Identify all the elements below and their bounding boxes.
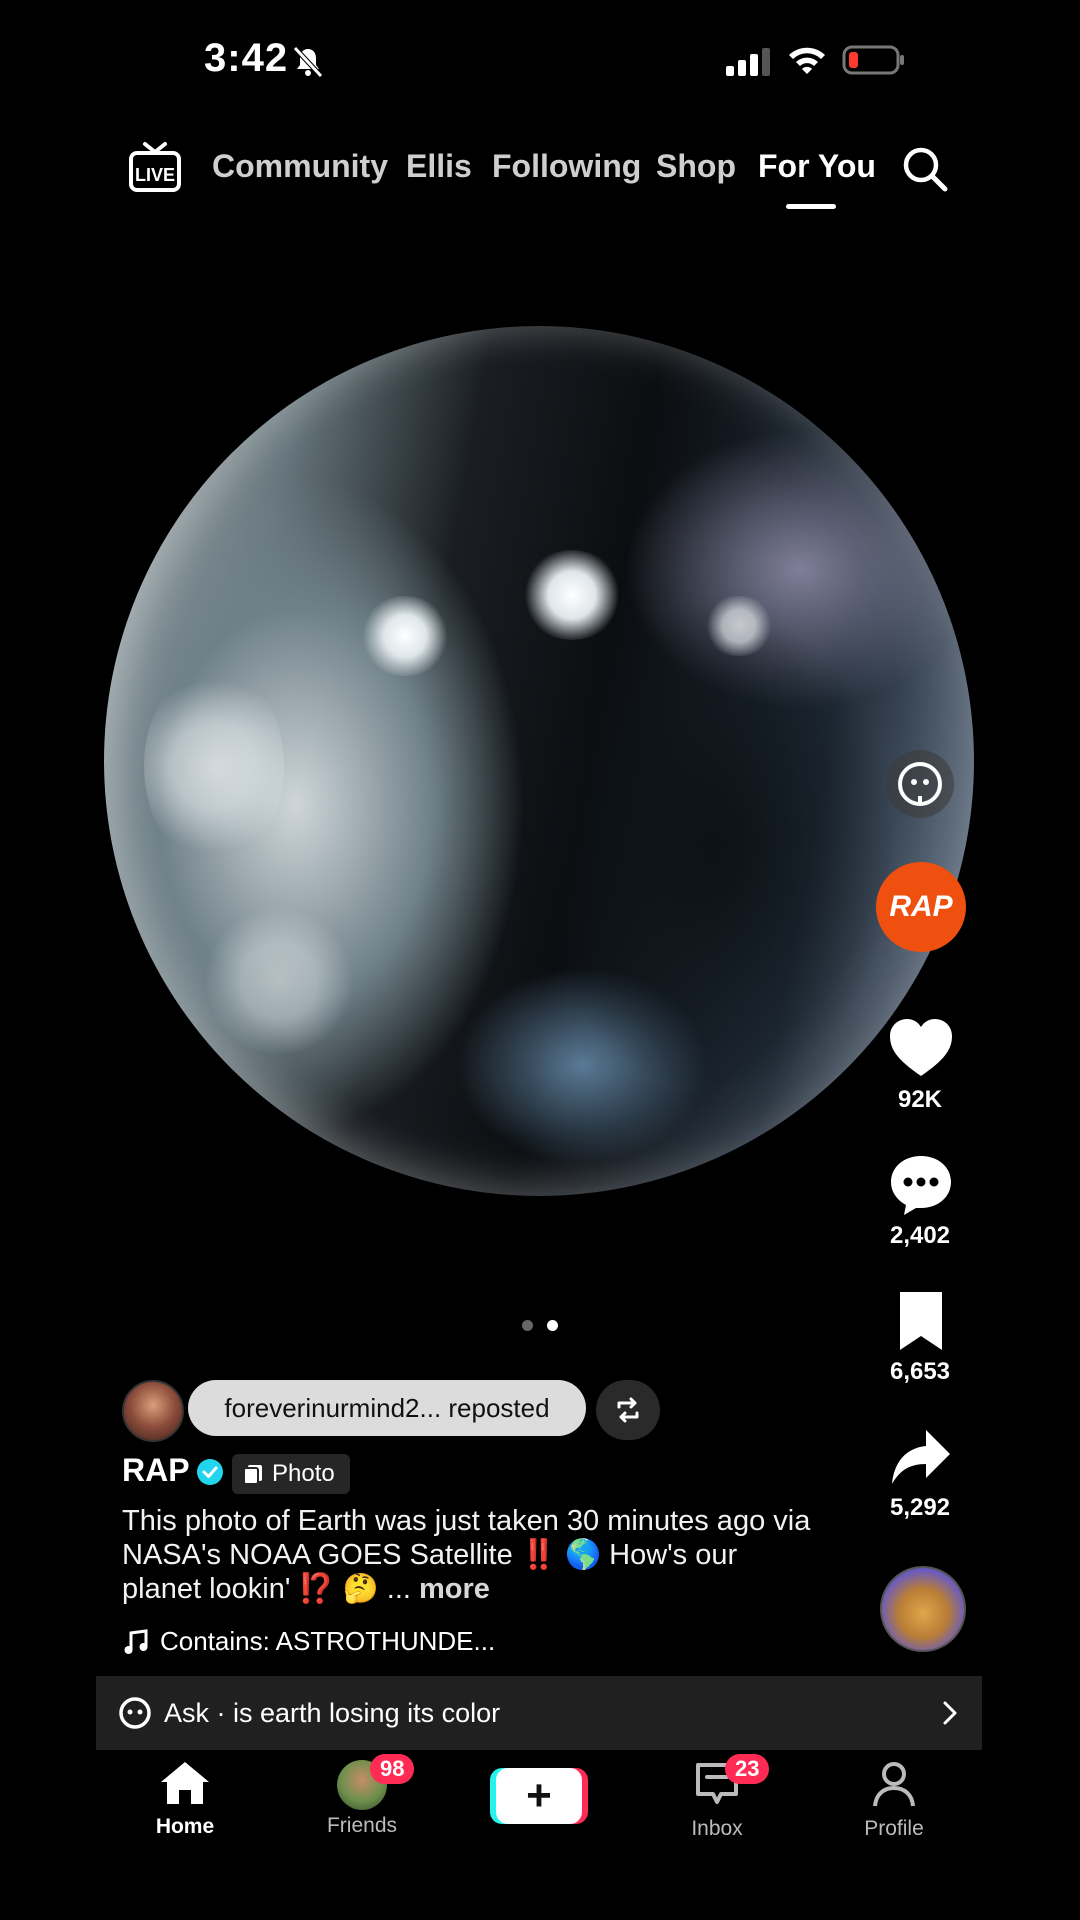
wifi-icon: [789, 47, 825, 74]
battery-low-icon: [842, 45, 904, 75]
chevron-right-icon: [943, 1701, 957, 1725]
hurricane-cloud: [360, 596, 450, 676]
music-line[interactable]: Contains: ASTROTHUNDE...: [122, 1626, 495, 1657]
photo-badge-label: Photo: [272, 1460, 335, 1487]
active-tab-indicator: [786, 204, 836, 209]
plus-icon: +: [526, 1771, 552, 1820]
svg-text:LIVE: LIVE: [135, 165, 175, 185]
verified-badge-icon: [197, 1459, 223, 1485]
music-note-icon: [124, 1628, 148, 1654]
ai-assistant-icon: [119, 1697, 151, 1729]
create-post-button[interactable]: +: [496, 1768, 582, 1824]
tab-inbox[interactable]: 23 Inbox: [637, 1754, 797, 1841]
tab-label: Home: [155, 1815, 215, 1838]
cloud-patch: [144, 666, 284, 866]
comment-icon[interactable]: [888, 1152, 954, 1218]
repost-button[interactable]: [596, 1380, 660, 1440]
search-icon[interactable]: [900, 144, 950, 194]
earth-photo[interactable]: [104, 326, 974, 1196]
reposter-avatar[interactable]: [122, 1380, 184, 1442]
ask-query-text: Ask · is earth losing its color: [164, 1697, 501, 1728]
post-caption[interactable]: This photo of Earth was just taken 30 mi…: [122, 1504, 822, 1606]
tab-label: Profile: [864, 1817, 924, 1840]
tab-ellis[interactable]: Ellis: [406, 148, 472, 185]
ai-assistant-icon[interactable]: [884, 748, 956, 820]
home-icon: [161, 1762, 209, 1804]
like-count: 92K: [897, 1086, 943, 1113]
photo-type-badge: Photo: [232, 1454, 350, 1494]
tab-shop[interactable]: Shop: [656, 148, 736, 185]
cloud-patch: [704, 596, 774, 656]
save-count: 6,653: [889, 1358, 951, 1385]
friends-badge: 98: [370, 1754, 415, 1784]
music-disc[interactable]: [880, 1566, 966, 1652]
profile-person-icon: [873, 1762, 915, 1807]
hurricane-cloud: [522, 550, 622, 640]
photo-stack-icon: [243, 1465, 262, 1485]
ask-search-bar[interactable]: Ask · is earth losing its color: [96, 1676, 982, 1750]
share-arrow-icon[interactable]: [888, 1424, 954, 1490]
tab-label: Friends: [326, 1814, 398, 1837]
caption-more-link[interactable]: more: [419, 1573, 490, 1605]
page-dot-active: [547, 1320, 558, 1331]
repost-label[interactable]: foreverinurmind2... reposted: [188, 1380, 586, 1436]
tab-for-you[interactable]: For You: [758, 148, 876, 185]
bookmark-icon[interactable]: [888, 1288, 954, 1354]
live-tv-icon[interactable]: LIVE: [128, 140, 182, 194]
tab-following[interactable]: Following: [492, 148, 641, 185]
heart-icon[interactable]: [888, 1016, 954, 1082]
page-dot: [522, 1320, 533, 1331]
author-name[interactable]: RAP: [122, 1452, 190, 1489]
tab-profile[interactable]: Profile: [814, 1760, 974, 1841]
tab-home[interactable]: Home: [105, 1760, 265, 1839]
inbox-badge: 23: [725, 1754, 770, 1784]
tab-community[interactable]: Community: [212, 148, 388, 185]
comment-count: 2,402: [889, 1222, 951, 1249]
share-count: 5,292: [889, 1494, 951, 1521]
music-title: Contains: ASTROTHUNDE...: [160, 1626, 496, 1656]
tab-friends[interactable]: 98 Friends: [282, 1754, 442, 1838]
bell-muted-icon: [293, 46, 323, 78]
cloud-patch: [204, 906, 354, 1056]
creator-avatar[interactable]: RAP: [876, 862, 966, 952]
repost-icon: [617, 1397, 639, 1423]
tab-label: Inbox: [691, 1817, 743, 1840]
status-time: 3:42: [204, 36, 289, 80]
cellular-signal-icon: [726, 48, 770, 76]
